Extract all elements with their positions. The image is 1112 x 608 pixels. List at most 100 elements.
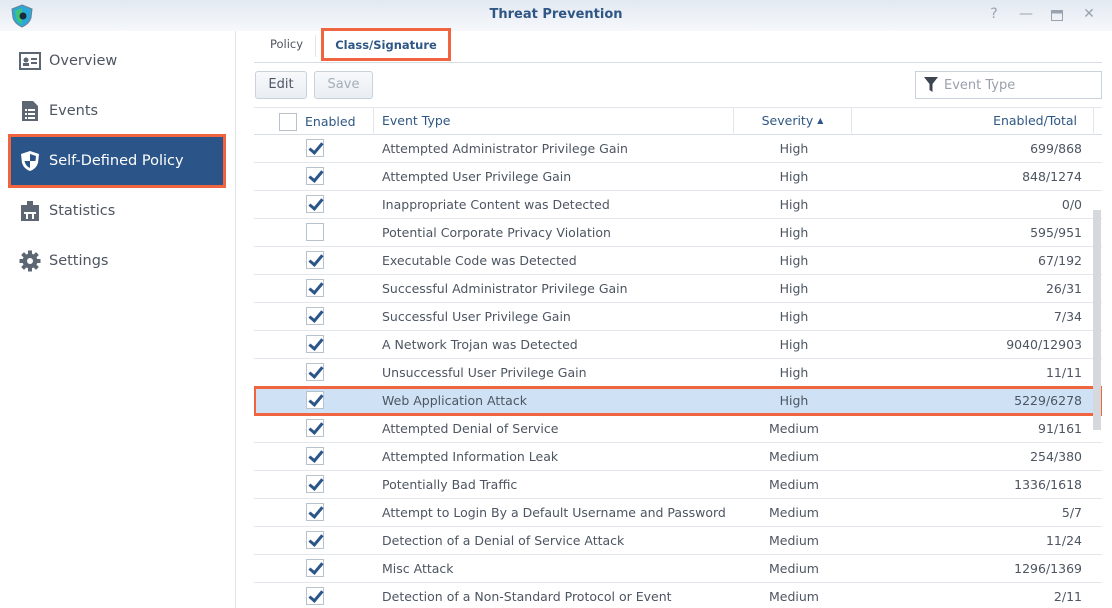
row-enabled-total: 848/1274 xyxy=(1022,169,1082,184)
row-enabled-checkbox[interactable] xyxy=(306,223,324,241)
row-event-type: Attempted Administrator Privilege Gain xyxy=(382,141,628,156)
table-row[interactable]: Potential Corporate Privacy Violation Hig… xyxy=(254,219,1102,247)
row-enabled-checkbox[interactable] xyxy=(306,335,324,353)
row-event-type: Successful Administrator Privilege Gain xyxy=(382,281,628,296)
row-severity: High xyxy=(779,197,809,212)
table-body: Attempted Administrator Privilege Gain Hi… xyxy=(254,135,1102,608)
table-row[interactable]: Attempted Administrator Privilege Gain Hi… xyxy=(254,135,1102,163)
sidebar-item-settings[interactable]: Settings xyxy=(10,236,224,286)
table-row[interactable]: Successful User Privilege Gain High 7/34 xyxy=(254,303,1102,331)
row-enabled-total: 254/380 xyxy=(1030,449,1082,464)
sidebar-item-self-defined-policy[interactable]: Self-Defined Policy xyxy=(8,134,226,188)
row-enabled-checkbox[interactable] xyxy=(306,279,324,297)
row-enabled-checkbox[interactable] xyxy=(306,139,324,157)
overview-card-icon xyxy=(19,50,41,72)
table-row[interactable]: Detection of a Denial of Service Attack M… xyxy=(254,527,1102,555)
table-row[interactable]: Attempted Information Leak Medium 254/380 xyxy=(254,443,1102,471)
row-enabled-checkbox[interactable] xyxy=(306,167,324,185)
maximize-icon xyxy=(1051,10,1063,21)
row-event-type: Potential Corporate Privacy Violation xyxy=(382,225,611,240)
signature-class-table: Enabled Event Type Severity ▲ Enabled/To… xyxy=(254,107,1102,605)
table-row[interactable]: Web Application Attack High 5229/6278 xyxy=(254,386,1102,416)
filter-icon xyxy=(924,77,938,92)
row-enabled-total: 26/31 xyxy=(1045,281,1082,296)
row-severity: High xyxy=(779,281,809,296)
row-severity: High xyxy=(779,141,809,156)
table-row[interactable]: Unsuccessful User Privilege Gain High 11/1… xyxy=(254,359,1102,387)
header-enabled-total[interactable]: Enabled/Total xyxy=(851,108,1093,135)
row-enabled-checkbox[interactable] xyxy=(306,475,324,493)
maximize-button[interactable] xyxy=(1047,6,1067,24)
row-event-type: Detection of a Non-Standard Protocol or … xyxy=(382,589,672,604)
row-severity: Medium xyxy=(769,449,819,464)
sidebar-item-statistics[interactable]: Statistics xyxy=(10,186,224,236)
row-enabled-total: 11/24 xyxy=(1045,533,1082,548)
table-row[interactable]: Potentially Bad Traffic Medium 1336/1618 xyxy=(254,471,1102,499)
tab-policy[interactable]: Policy xyxy=(258,35,316,57)
row-enabled-checkbox[interactable] xyxy=(306,391,324,409)
help-button[interactable]: ? xyxy=(984,6,1004,24)
row-enabled-checkbox[interactable] xyxy=(306,251,324,269)
select-all-checkbox[interactable] xyxy=(279,112,297,131)
header-event-type[interactable]: Event Type xyxy=(373,108,733,135)
row-enabled-total: 1336/1618 xyxy=(1014,477,1082,492)
table-row[interactable]: Executable Code was Detected High 67/192 xyxy=(254,247,1102,275)
edit-button[interactable]: Edit xyxy=(255,71,307,99)
row-event-type: Potentially Bad Traffic xyxy=(382,477,518,492)
header-severity[interactable]: Severity ▲ xyxy=(733,108,851,135)
header-spacer xyxy=(1093,108,1102,135)
close-button[interactable]: ✕ xyxy=(1079,6,1099,24)
statistics-icon xyxy=(19,200,41,222)
row-enabled-checkbox[interactable] xyxy=(306,307,324,325)
row-event-type: Attempted User Privilege Gain xyxy=(382,169,572,184)
row-enabled-checkbox[interactable] xyxy=(306,559,324,577)
table-row[interactable]: Attempted Denial of Service Medium 91/161 xyxy=(254,415,1102,443)
row-enabled-total: 11/11 xyxy=(1045,365,1082,380)
row-enabled-checkbox[interactable] xyxy=(306,195,324,213)
row-enabled-checkbox[interactable] xyxy=(306,447,324,465)
row-enabled-checkbox[interactable] xyxy=(306,419,324,437)
row-event-type: Detection of a Denial of Service Attack xyxy=(382,533,625,548)
row-enabled-total: 0/0 xyxy=(1061,197,1082,212)
table-row[interactable]: Attempted User Privilege Gain High 848/127… xyxy=(254,163,1102,191)
row-enabled-checkbox[interactable] xyxy=(306,503,324,521)
row-event-type: Successful User Privilege Gain xyxy=(382,309,571,324)
row-event-type: A Network Trojan was Detected xyxy=(382,337,578,352)
table-row[interactable]: Misc Attack Medium 1296/1369 xyxy=(254,555,1102,583)
row-severity: High xyxy=(779,365,809,380)
row-severity: High xyxy=(779,225,809,240)
save-button[interactable]: Save xyxy=(314,71,373,99)
row-enabled-checkbox[interactable] xyxy=(306,363,324,381)
row-event-type: Unsuccessful User Privilege Gain xyxy=(382,365,587,380)
tab-class-signature[interactable]: Class/Signature xyxy=(321,28,451,61)
row-event-type: Web Application Attack xyxy=(382,393,527,408)
table-row[interactable]: Detection of a Non-Standard Protocol or … xyxy=(254,583,1102,608)
row-severity: High xyxy=(779,393,809,408)
sidebar-item-overview[interactable]: Overview xyxy=(10,36,224,86)
sidebar-item-events[interactable]: Events xyxy=(10,86,224,136)
event-type-filter-input[interactable] xyxy=(944,77,1094,93)
row-event-type: Inappropriate Content was Detected xyxy=(382,197,610,212)
row-severity: Medium xyxy=(769,477,819,492)
row-severity: Medium xyxy=(769,505,819,520)
header-enabled: Enabled xyxy=(262,108,375,135)
vertical-scrollbar[interactable] xyxy=(1093,210,1101,430)
row-enabled-checkbox[interactable] xyxy=(306,587,324,605)
minimize-button[interactable]: — xyxy=(1016,6,1036,24)
table-row[interactable]: A Network Trojan was Detected High 9040/12… xyxy=(254,331,1102,359)
event-type-filter[interactable] xyxy=(915,71,1102,99)
row-severity: High xyxy=(779,309,809,324)
table-row[interactable]: Attempt to Login By a Default Username a… xyxy=(254,499,1102,527)
row-event-type: Attempted Information Leak xyxy=(382,449,559,464)
row-severity: High xyxy=(779,169,809,184)
row-enabled-total: 699/868 xyxy=(1030,141,1082,156)
tab-bar: Policy Class/Signature xyxy=(254,28,1102,63)
row-severity: High xyxy=(779,253,809,268)
table-row[interactable]: Inappropriate Content was Detected High 0/… xyxy=(254,191,1102,219)
row-severity: Medium xyxy=(769,589,819,604)
row-enabled-checkbox[interactable] xyxy=(306,531,324,549)
row-severity: High xyxy=(779,337,809,352)
sidebar: Overview Events Self-Defined Policy Stat… xyxy=(0,31,236,608)
main-content: Policy Class/Signature Edit Save Enabled… xyxy=(237,28,1112,608)
table-row[interactable]: Successful Administrator Privilege Gain H… xyxy=(254,275,1102,303)
